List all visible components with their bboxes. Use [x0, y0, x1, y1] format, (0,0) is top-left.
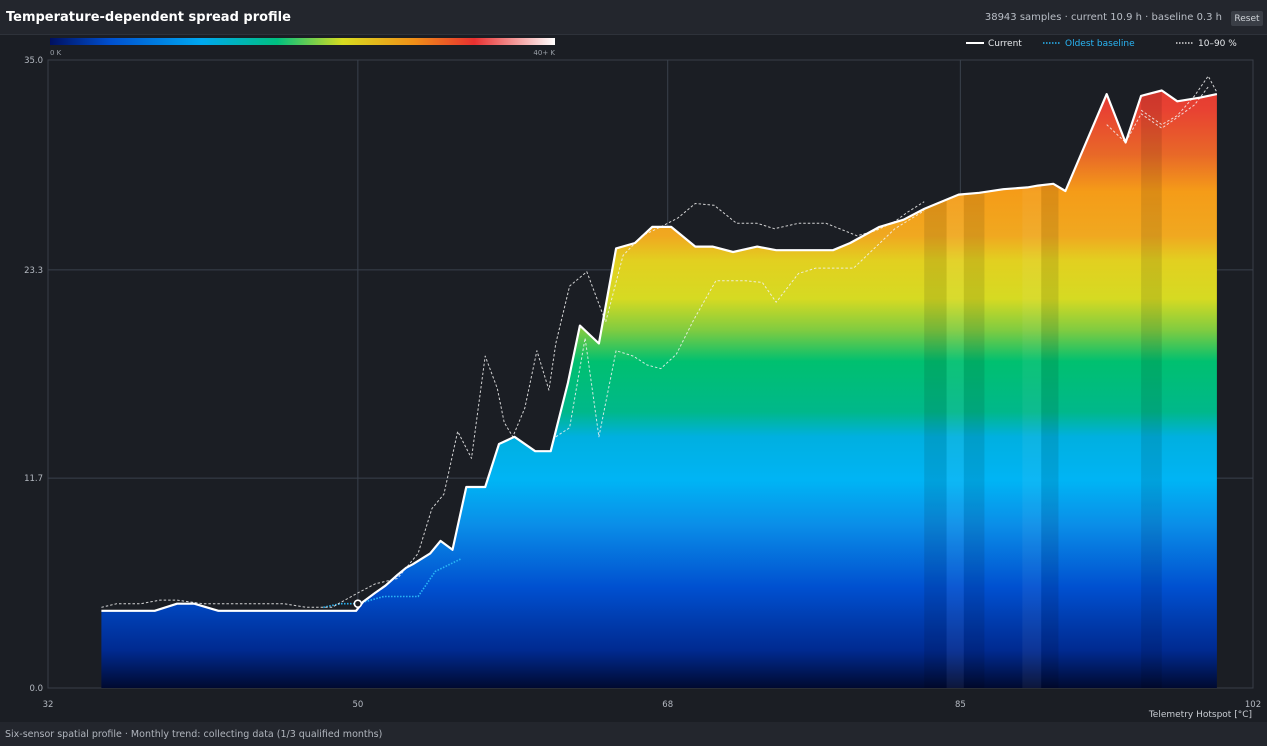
y-tick-label: 11.7: [24, 474, 43, 484]
x-axis-label: Telemetry Hotspot [°C]: [1148, 710, 1252, 720]
y-axis-ticks: 0.0 11.7 23.3 35.0: [24, 56, 43, 694]
x-tick-label: 68: [662, 700, 673, 710]
x-tick-label: 102: [1245, 700, 1261, 710]
x-tick-label: 85: [955, 700, 966, 710]
colorbar: [50, 38, 555, 45]
legend-baseline-label: Oldest baseline: [1065, 39, 1135, 49]
x-tick-label: 50: [352, 700, 363, 710]
legend: Current Oldest baseline 10–90 %: [966, 39, 1237, 49]
spread-profile-chart: 0.0 11.7 23.3 35.0 32 50 68 85 102 Telemetry Ho…: [24, 38, 1262, 720]
status-text: Six-sensor spatial profile · Monthly tre…: [5, 729, 383, 740]
y-tick-label: 23.3: [24, 266, 43, 276]
x-axis-ticks: 32 50 68 85 102: [43, 700, 1262, 710]
shade-band: [1141, 90, 1162, 688]
sample-stats: 38943 samples · current 10.9 h · baselin…: [984, 12, 1222, 23]
legend-band-label: 10–90 %: [1198, 39, 1237, 49]
status-bar: Six-sensor spatial profile · Monthly tre…: [0, 722, 1267, 746]
chart-title: Temperature-dependent spread profile: [6, 10, 291, 25]
x-tick-label: 32: [43, 700, 54, 710]
cursor-marker[interactable]: [353, 599, 363, 608]
title-bar: Temperature-dependent spread profile 389…: [0, 0, 1267, 35]
reset-button[interactable]: Reset: [1231, 11, 1263, 26]
legend-current-label: Current: [988, 39, 1022, 49]
y-tick-label: 35.0: [24, 56, 43, 66]
colorbar-max-label: 40+ K: [533, 49, 555, 57]
colorbar-min-label: 0 K: [50, 49, 62, 57]
y-tick-label: 0.0: [29, 684, 43, 694]
